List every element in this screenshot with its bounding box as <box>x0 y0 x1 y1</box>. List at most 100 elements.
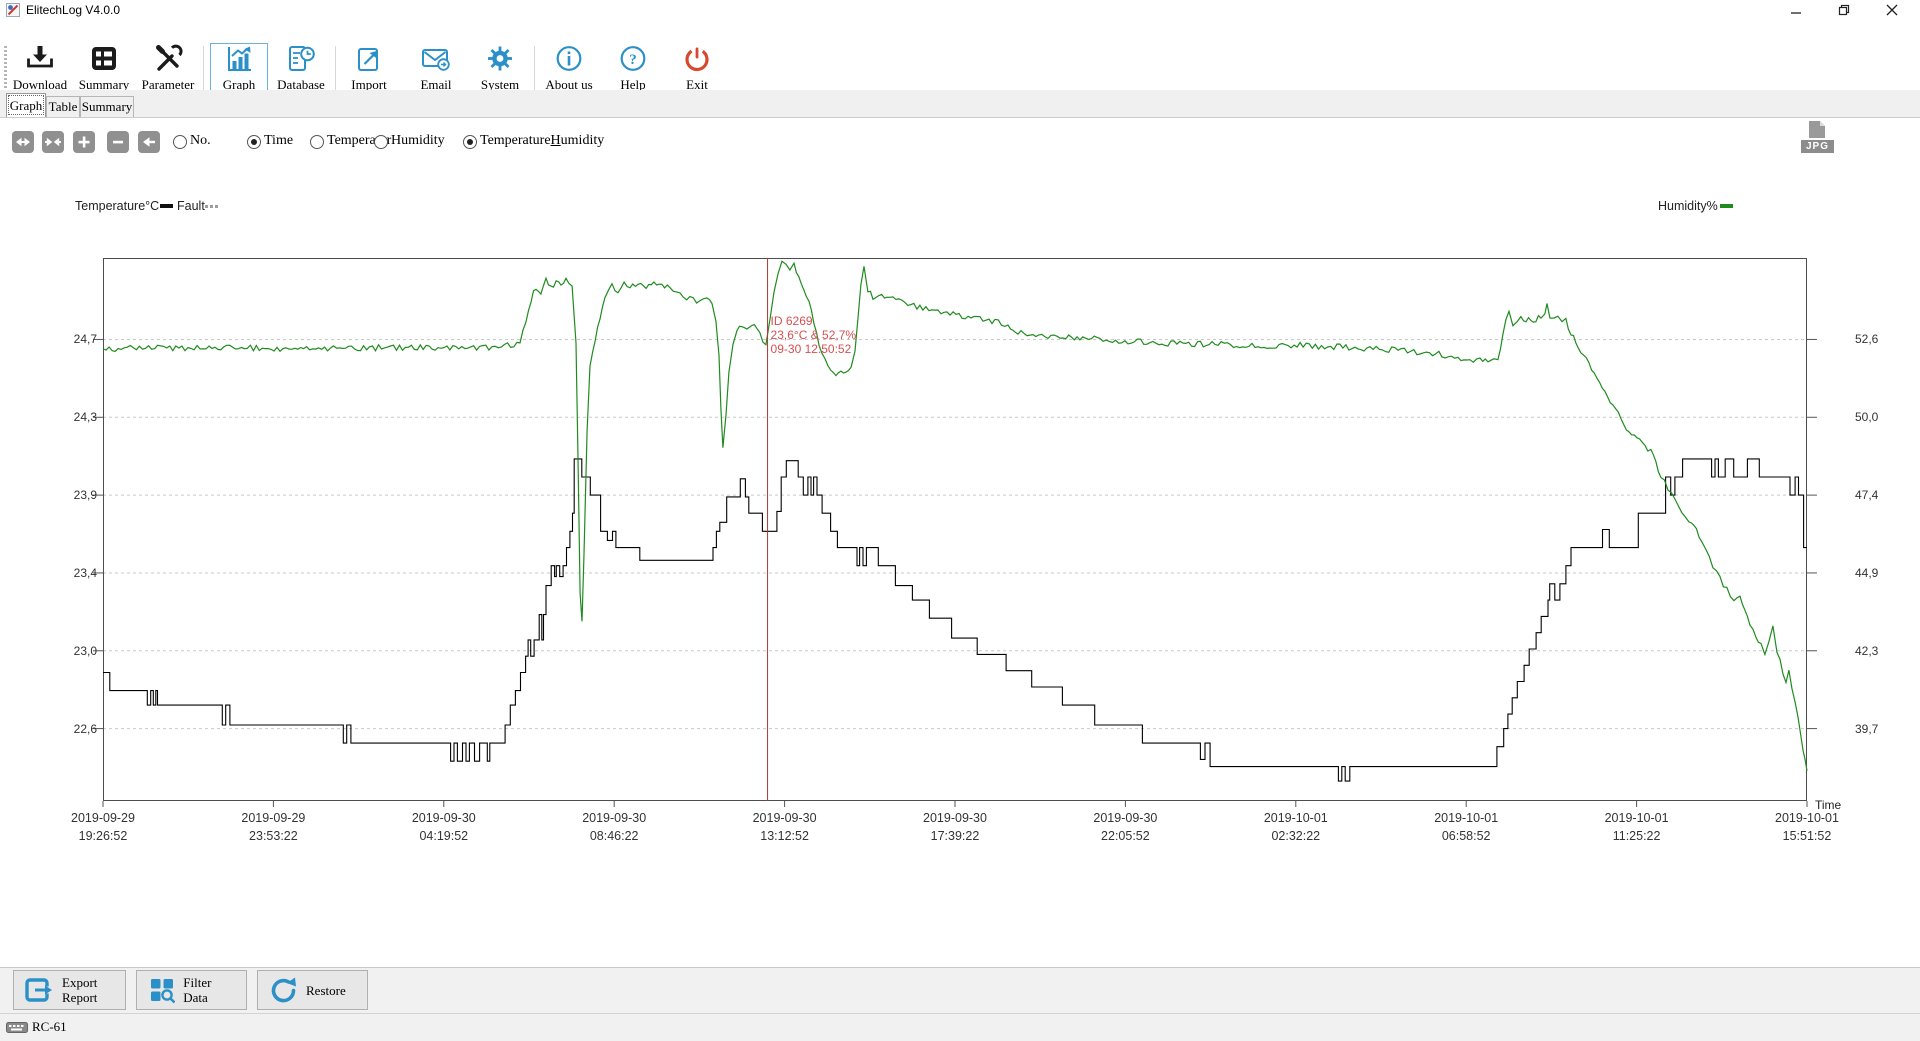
y-right-tick-label: 39,7 <box>1815 722 1915 736</box>
filter-data-button[interactable]: Filter Data <box>136 970 247 1010</box>
button-label: Export Report <box>62 975 108 1005</box>
y-left-tick-label: 23,0 <box>55 644 97 658</box>
system-icon <box>484 44 516 74</box>
tab-label: Summary <box>82 99 133 115</box>
radio-circle <box>463 135 477 149</box>
legend-fault-swatch <box>205 205 218 208</box>
x-tick-time-label: 13:12:52 <box>745 829 825 843</box>
expand-horizontal-icon <box>15 134 31 150</box>
legend-humidity-swatch <box>1720 204 1733 208</box>
back-button[interactable] <box>138 131 160 153</box>
app-icon <box>6 3 20 17</box>
y-left-tick-label: 23,4 <box>55 566 97 580</box>
y-right-tick-label: 50,0 <box>1815 410 1915 424</box>
close-button[interactable] <box>1874 0 1910 20</box>
restore-button[interactable]: Restore <box>257 970 368 1010</box>
chart-canvas[interactable] <box>103 258 1807 801</box>
collapse-horizontal-button[interactable] <box>42 131 64 153</box>
database-icon <box>285 44 317 74</box>
about-icon <box>553 44 585 74</box>
y-right-tick-label: 52,6 <box>1815 332 1915 346</box>
minimize-button[interactable] <box>1778 0 1814 20</box>
help-icon: ? <box>617 44 649 74</box>
email-icon <box>420 44 452 74</box>
status-bar: RC-61 <box>0 1013 1920 1041</box>
device-icon <box>6 1022 28 1033</box>
chart-plot-area[interactable]: 24,752,624,350,023,947,423,444,923,042,3… <box>103 258 1807 801</box>
title-bar: ElitechLog V4.0.0 <box>0 0 1920 20</box>
x-tick-date-label: 2019-09-30 <box>915 811 995 825</box>
legend-humidity-label: Humidity% <box>1658 199 1718 213</box>
y-left-tick-label: 24,3 <box>55 410 97 424</box>
legend-temperature-swatch <box>160 204 173 208</box>
svg-text:?: ? <box>629 52 637 68</box>
x-tick-date-label: 2019-10-01 <box>1256 811 1336 825</box>
restore-icon <box>268 975 298 1005</box>
x-axis-title: Time <box>1815 798 1841 812</box>
radio-label: No. <box>190 133 211 149</box>
button-label: Restore <box>306 983 346 998</box>
footer-bar: Export Report Filter Data Restore <box>0 967 1920 1014</box>
import-icon <box>353 44 385 74</box>
x-tick-time-label: 19:26:52 <box>63 829 143 843</box>
zoom-out-button[interactable] <box>107 131 129 153</box>
x-tick-time-label: 23:53:22 <box>233 829 313 843</box>
x-tick-date-label: 2019-10-01 <box>1426 811 1506 825</box>
tab-summary[interactable]: Summary <box>80 96 134 117</box>
button-label: Filter Data <box>183 975 236 1005</box>
x-tick-date-label: 2019-09-29 <box>233 811 313 825</box>
x-tick-time-label: 15:51:52 <box>1767 829 1847 843</box>
maximize-button[interactable] <box>1826 0 1862 20</box>
x-tick-date-label: 2019-09-30 <box>404 811 484 825</box>
restore-icon <box>1838 4 1850 16</box>
x-tick-date-label: 2019-10-01 <box>1767 811 1847 825</box>
radio-circle <box>247 135 261 149</box>
radio-label: Time <box>264 133 293 149</box>
jpg-file-icon <box>1800 120 1836 140</box>
parameter-icon <box>152 44 184 74</box>
tab-label: Table <box>49 99 78 115</box>
expand-horizontal-button[interactable] <box>12 131 34 153</box>
x-tick-date-label: 2019-09-30 <box>1085 811 1165 825</box>
x-tick-time-label: 04:19:52 <box>404 829 484 843</box>
y-left-tick-label: 23,9 <box>55 488 97 502</box>
radio-label: TemperatureHumidity <box>480 133 604 149</box>
tab-table[interactable]: Table <box>46 96 80 117</box>
summary-icon <box>88 44 120 74</box>
y-left-tick-label: 22,6 <box>55 722 97 736</box>
y-left-tick-label: 24,7 <box>55 332 97 346</box>
zoom-in-button[interactable] <box>73 131 95 153</box>
graph-icon <box>223 44 255 74</box>
jpg-badge: JPG <box>1801 140 1834 153</box>
export-report-icon <box>24 975 54 1005</box>
back-arrow-icon <box>141 134 157 150</box>
download-icon <box>24 44 56 74</box>
series-humidity <box>103 261 1807 771</box>
y-right-tick-label: 42,3 <box>1815 644 1915 658</box>
x-tick-date-label: 2019-09-30 <box>574 811 654 825</box>
x-tick-date-label: 2019-09-30 <box>745 811 825 825</box>
tab-label: Graph <box>10 98 43 114</box>
x-tick-time-label: 02:32:22 <box>1256 829 1336 843</box>
export-report-button[interactable]: Export Report <box>13 970 126 1010</box>
legend-fault-label: Fault <box>177 199 205 213</box>
tab-graph[interactable]: Graph <box>6 93 46 117</box>
x-tick-time-label: 11:25:22 <box>1597 829 1677 843</box>
tab-strip: Graph Table Summary <box>0 90 1920 118</box>
radio-circle <box>310 135 324 149</box>
collapse-horizontal-icon <box>45 134 61 150</box>
toolbar-drag-handle[interactable] <box>4 46 7 96</box>
x-tick-time-label: 17:39:22 <box>915 829 995 843</box>
y-right-tick-label: 44,9 <box>1815 566 1915 580</box>
x-tick-date-label: 2019-09-29 <box>63 811 143 825</box>
x-tick-time-label: 06:58:52 <box>1426 829 1506 843</box>
radio-label: Humidity <box>391 133 445 149</box>
x-tick-time-label: 08:46:22 <box>574 829 654 843</box>
y-right-tick-label: 47,4 <box>1815 488 1915 502</box>
series-temperature <box>103 459 1807 781</box>
window-title: ElitechLog V4.0.0 <box>26 3 120 17</box>
cursor-annotation: ID 626923,6°C & 52,7%09-30 12:50:52 <box>771 314 857 356</box>
minimize-icon <box>1791 5 1802 16</box>
filter-data-icon <box>147 975 175 1005</box>
export-jpg-button[interactable]: JPG <box>1800 120 1836 154</box>
